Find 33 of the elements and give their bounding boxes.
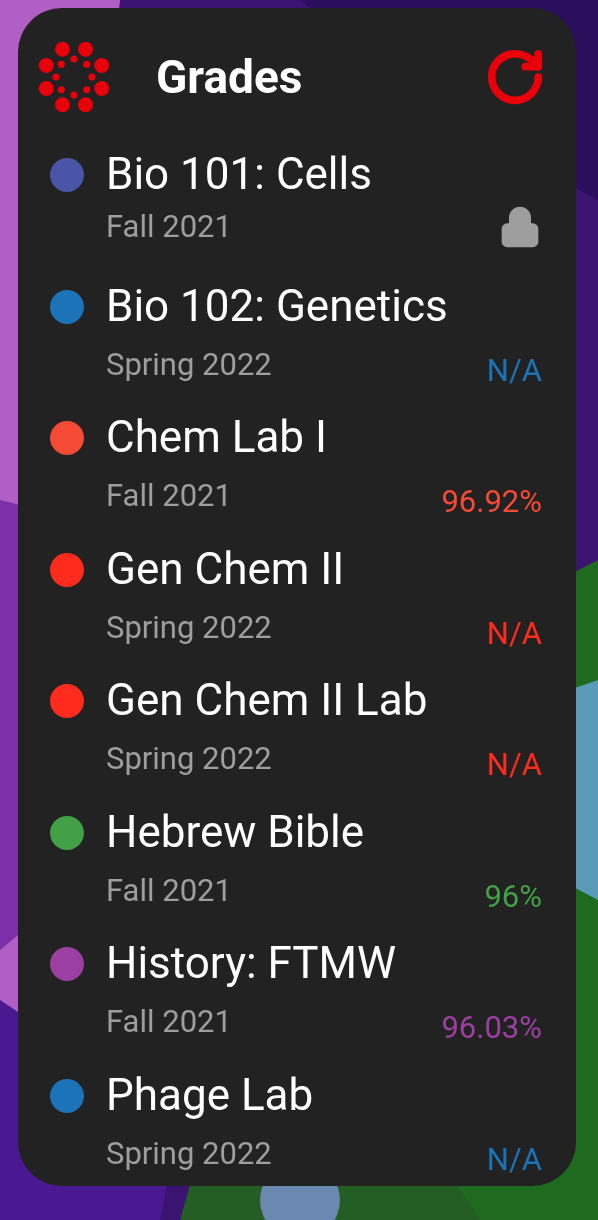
course-grade: N/A	[486, 1139, 542, 1180]
dotted-ring-icon	[38, 40, 110, 113]
course-term: Fall 2021	[106, 476, 232, 516]
course-term: Spring 2022	[106, 607, 272, 648]
course-name: Chem Lab I	[106, 410, 328, 465]
course-term: Spring 2022	[106, 344, 272, 385]
course-term: Fall 2021	[106, 207, 232, 247]
course-item[interactable]: Phage Lab Spring 2022 N/A	[18, 1065, 576, 1186]
course-grade: N/A	[486, 350, 542, 391]
course-name: Bio 102: Genetics	[106, 278, 449, 334]
course-name: Hebrew Bible	[106, 804, 366, 860]
course-grade: N/A	[486, 745, 542, 785]
widget-title: Grades	[156, 53, 303, 100]
course-grade: N/A	[486, 613, 542, 654]
course-name: Gen Chem II	[106, 541, 346, 597]
course-name: Phage Lab	[106, 1067, 315, 1123]
course-name: Bio 101: Cells	[106, 147, 373, 202]
course-name: History: FTMW	[106, 936, 397, 991]
course-term: Spring 2022	[106, 1133, 272, 1174]
course-item[interactable]: Hebrew Bible Fall 2021 96%	[18, 802, 576, 934]
course-item[interactable]: Chem Lab I Fall 2021 96.92%	[18, 408, 576, 540]
course-item[interactable]: Gen Chem II Lab Spring 2022 N/A	[18, 671, 576, 803]
course-item[interactable]: History: FTMW Fall 2021 96.03%	[18, 934, 576, 1066]
course-term: Fall 2021	[106, 870, 232, 911]
course-grade: 96%	[484, 876, 542, 917]
course-term: Spring 2022	[106, 739, 272, 779]
course-grade: 96.03%	[441, 1008, 542, 1048]
course-item[interactable]: Bio 102: Genetics Spring 2022 N/A	[18, 276, 576, 408]
course-item[interactable]: Bio 101: Cells Fall 2021	[18, 145, 576, 277]
course-grade: 96.92%	[441, 482, 542, 522]
course-item[interactable]: Gen Chem II Spring 2022 N/A	[18, 539, 576, 671]
course-name: Gen Chem II Lab	[106, 673, 429, 728]
course-term: Fall 2021	[106, 1002, 232, 1042]
